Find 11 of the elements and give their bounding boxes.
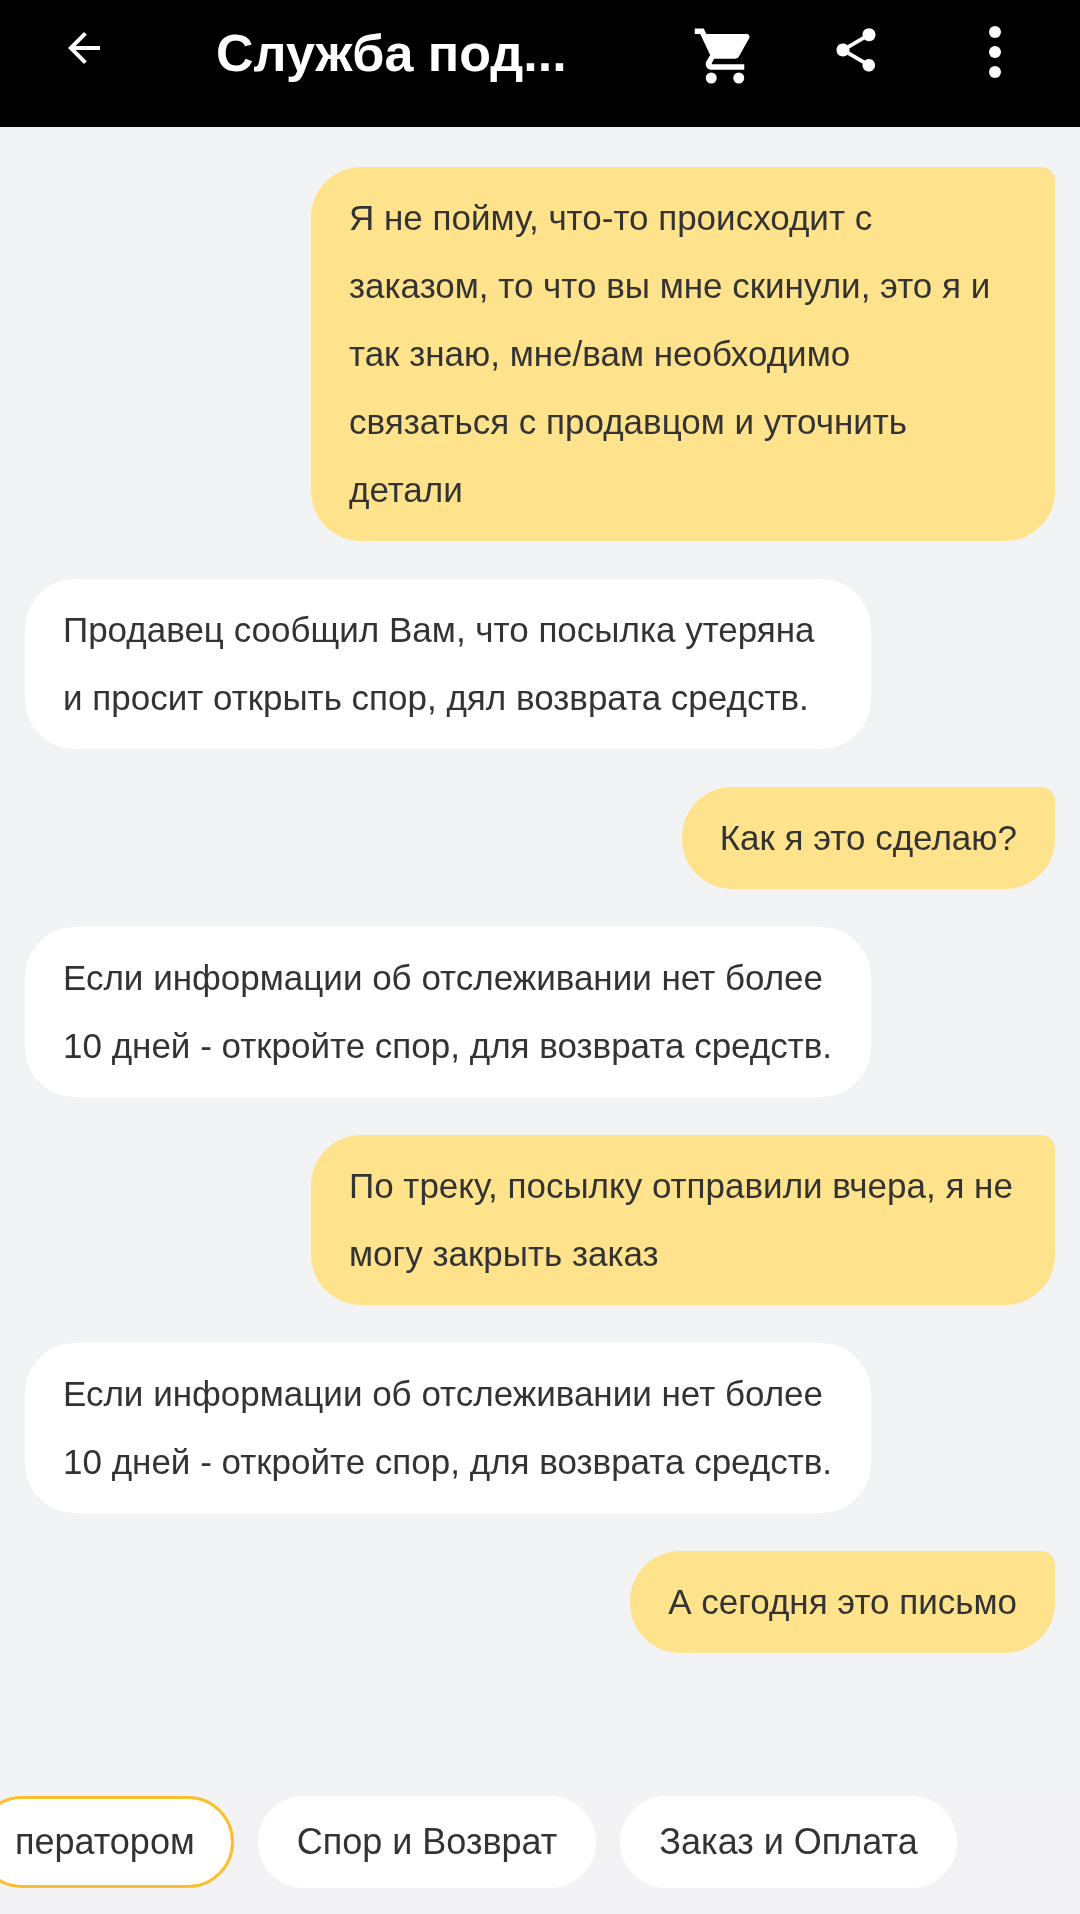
sent-message: А сегодня это письмо (630, 1551, 1055, 1653)
quick-reply-chip[interactable]: ператором (0, 1796, 234, 1888)
sent-message: Как я это сделаю? (681, 787, 1055, 889)
sent-message: Я не пойму, что-то происходит с заказом, то что вы мне скинули, это я и так знаю, мне/вам необходимо связаться с продавцом и уточнить детали (311, 167, 1055, 541)
received-message: Если информации об отслеживании нет более 10 дней - откройте спор, для возврата средств. (25, 1343, 871, 1513)
quick-reply-chip[interactable]: Заказ и Оплата (620, 1796, 957, 1888)
screen-title: Служба под... (216, 23, 568, 84)
sent-message: По треку, посылку отправили вчера, я не могу закрыть заказ (311, 1135, 1055, 1305)
received-message: Продавец сообщил Вам, что посылка утеряна и просит открыть спор, дял возврата средств. (25, 579, 871, 749)
received-message: Если информации об отслеживании нет более 10 дней - откройте спор, для возврата средств. (25, 927, 871, 1097)
quick-reply-chip[interactable]: Спор и Возврат (257, 1796, 597, 1888)
